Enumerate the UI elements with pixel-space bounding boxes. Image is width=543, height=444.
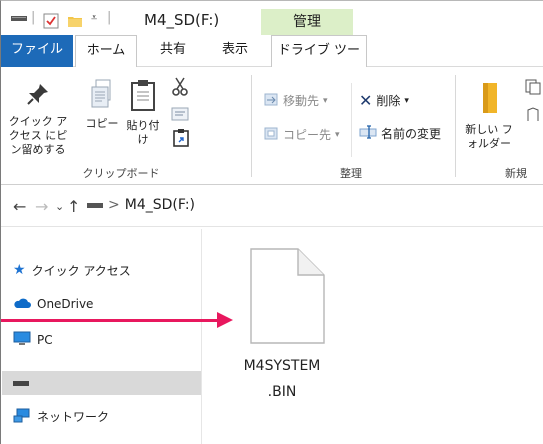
monitor-icon <box>13 331 31 350</box>
explorer-window: | ⩡ | M4_SD(F:) 管理 ファイル ホーム 共有 表示 ドライブ ツ… <box>0 0 543 444</box>
tab-home[interactable]: ホーム <box>75 35 137 68</box>
file-name-line-2: .BIN <box>267 384 297 400</box>
address-bar: ← → ⌄ ↑ > M4_SD(F:) <box>1 187 543 227</box>
new-group-label: 新規 <box>505 167 527 180</box>
file-list: M4SYSTEM .BIN <box>202 229 543 444</box>
drive-breadcrumb-icon <box>87 197 103 213</box>
copy-icon <box>85 79 119 113</box>
blank-file-icon <box>224 247 340 345</box>
drive-icon <box>11 13 27 23</box>
new-item-icon[interactable] <box>525 79 541 98</box>
clipboard-group-label: クリップボード <box>82 167 160 180</box>
nav-item-quick-access[interactable]: ★ クイック アクセス <box>13 259 131 281</box>
copy-to-button[interactable]: コピー先 ▾ <box>263 125 340 144</box>
tab-view[interactable]: 表示 <box>209 35 261 67</box>
recent-chevron-down-icon[interactable]: ⌄ <box>55 200 64 213</box>
ribbon-separator <box>251 75 252 177</box>
new-folder-button[interactable]: 新しい フォルダー <box>461 81 517 151</box>
breadcrumb[interactable]: > M4_SD(F:) <box>87 197 195 213</box>
copy-path-icon[interactable] <box>171 107 189 124</box>
copy-to-icon <box>263 125 279 144</box>
paste-icon <box>123 79 163 115</box>
organize-inner-separator <box>351 83 352 157</box>
delete-x-icon: ✕ <box>359 91 373 110</box>
drive-nav-icon <box>13 376 29 390</box>
paste-shortcut-icon[interactable] <box>173 129 189 150</box>
file-name-line-1: M4SYSTEM <box>243 358 321 374</box>
delete-chevron-down-icon: ▾ <box>404 95 409 106</box>
nav-item-onedrive[interactable]: OneDrive <box>13 293 93 315</box>
copy-button[interactable]: コピー <box>85 79 119 131</box>
move-to-button[interactable]: 移動先 ▾ <box>263 91 328 110</box>
nav-item-network[interactable]: ネットワーク <box>13 405 109 427</box>
annotation-arrow-head <box>217 312 233 328</box>
nav-item-drive[interactable] <box>2 371 201 395</box>
move-to-label: 移動先 <box>283 94 320 108</box>
forward-arrow-icon[interactable]: → <box>35 197 48 216</box>
nav-label-quick-access: クイック アクセス <box>31 263 131 278</box>
title-separator: | <box>31 10 36 25</box>
ribbon: クイック アクセス にピン留めする コピー 貼り付け クリップボード 移動先 ▾… <box>1 67 543 185</box>
delete-label: 削除 <box>376 94 401 108</box>
rename-label: 名前の変更 <box>381 127 442 141</box>
move-to-icon <box>263 91 279 110</box>
copy-to-chevron-down-icon: ▾ <box>335 129 340 140</box>
file-item[interactable]: M4SYSTEM .BIN <box>224 247 340 405</box>
delete-button[interactable]: ✕ 削除 ▾ <box>359 91 409 110</box>
window-title: M4_SD(F:) <box>144 11 220 29</box>
cut-scissors-icon[interactable] <box>171 77 189 100</box>
properties-icon[interactable] <box>43 13 59 29</box>
breadcrumb-separator: > <box>108 197 120 213</box>
tab-share[interactable]: 共有 <box>147 35 199 67</box>
tab-file[interactable]: ファイル <box>1 35 73 67</box>
breadcrumb-location[interactable]: M4_SD(F:) <box>125 197 195 213</box>
organize-group-label: 整理 <box>340 167 362 180</box>
new-folder-quick-icon[interactable] <box>67 13 83 29</box>
nav-label-onedrive: OneDrive <box>37 297 94 311</box>
move-to-chevron-down-icon: ▾ <box>323 95 328 106</box>
paste-label: 貼り付け <box>126 119 160 146</box>
annotation-arrow-line <box>1 319 223 322</box>
up-arrow-icon[interactable]: ↑ <box>67 197 80 216</box>
nav-label-pc: PC <box>37 333 53 347</box>
rename-button[interactable]: 名前の変更 <box>359 125 441 142</box>
paste-button[interactable]: 貼り付け <box>123 79 163 147</box>
rename-icon <box>359 125 377 142</box>
easy-access-icon[interactable] <box>525 107 541 126</box>
title-separator-2: | <box>107 10 112 25</box>
tab-group-manage: 管理 <box>261 9 353 35</box>
title-bar: | ⩡ | M4_SD(F:) 管理 <box>1 1 543 35</box>
new-folder-label: 新しい フォルダー <box>465 123 513 150</box>
pin-to-quick-access-button[interactable]: クイック アクセス にピン留めする <box>7 81 69 157</box>
pin-icon <box>7 81 69 111</box>
star-icon: ★ <box>13 262 26 278</box>
cloud-icon <box>13 297 32 312</box>
nav-item-pc[interactable]: PC <box>13 329 53 351</box>
ribbon-separator-2 <box>455 75 456 177</box>
customize-qat-chevron-down-icon[interactable]: ⩡ <box>91 11 97 25</box>
network-icon <box>13 407 31 426</box>
folder-icon <box>461 81 517 119</box>
back-arrow-icon[interactable]: ← <box>13 197 26 216</box>
ribbon-tabs: ファイル ホーム 共有 表示 ドライブ ツール <box>1 35 543 88</box>
copy-to-label: コピー先 <box>283 128 332 142</box>
pin-label: クイック アクセス にピン留めする <box>8 115 68 156</box>
nav-label-network: ネットワーク <box>37 409 110 424</box>
tab-drive-tools[interactable]: ドライブ ツール <box>271 35 367 88</box>
copy-label: コピー <box>85 117 119 130</box>
